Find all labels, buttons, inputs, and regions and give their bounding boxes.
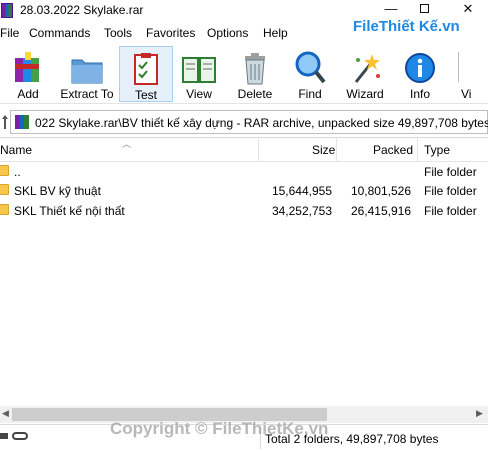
test-label: Test	[134, 88, 157, 102]
menu-tools[interactable]: Tools	[104, 26, 132, 40]
file-type: File folder	[424, 165, 477, 179]
column-divider[interactable]	[417, 138, 418, 162]
column-type[interactable]: Type	[424, 143, 450, 157]
menu-favorites[interactable]: Favorites	[146, 26, 195, 40]
file-type: File folder	[424, 184, 477, 198]
maximize-button[interactable]	[414, 1, 434, 17]
up-folder-icon[interactable]	[2, 115, 8, 129]
close-button[interactable]: ✕	[458, 1, 478, 17]
drive-icon	[0, 433, 8, 439]
menu-options[interactable]: Options	[207, 26, 248, 40]
info-button[interactable]: Info	[397, 46, 443, 102]
test-clipboard-icon	[134, 53, 158, 85]
find-button[interactable]: Find	[287, 46, 333, 102]
winrar-app-icon[interactable]	[1, 3, 13, 18]
column-packed[interactable]: Packed	[373, 143, 413, 157]
path-text: 022 Skylake.rar\BV thiết kế xây dựng - R…	[35, 116, 488, 130]
menu-bar: File Commands Tools Favorites Options He…	[0, 22, 488, 44]
file-name: SKL Thiết kế nội thất	[14, 204, 125, 218]
find-label: Find	[298, 87, 322, 101]
folder-icon	[0, 184, 9, 195]
file-packed: 26,415,916	[350, 204, 411, 218]
window-title: 28.03.2022 Skylake.rar	[20, 3, 144, 17]
file-size: 34,252,753	[271, 204, 332, 218]
folder-icon	[0, 165, 9, 176]
column-divider[interactable]	[336, 138, 337, 162]
column-name[interactable]: Name	[0, 143, 32, 157]
file-name: ..	[14, 165, 21, 179]
virus-scan-button[interactable]: Vi	[455, 46, 488, 102]
path-field[interactable]: 022 Skylake.rar\BV thiết kế xây dựng - R…	[10, 110, 488, 134]
table-row[interactable]: SKL Thiết kế nội thất 34,252,753 26,415,…	[0, 201, 488, 221]
column-size[interactable]: Size	[312, 143, 335, 157]
archive-icon	[15, 115, 29, 129]
menu-commands[interactable]: Commands	[29, 26, 90, 40]
view-button[interactable]: View	[176, 46, 222, 102]
view-label: View	[186, 87, 212, 101]
folder-icon	[0, 204, 9, 215]
file-size: 15,644,955	[271, 184, 332, 198]
file-name: SKL BV kỹ thuật	[14, 184, 101, 198]
delete-button[interactable]: Delete	[232, 46, 278, 102]
table-row[interactable]: SKL BV kỹ thuật 15,644,955 10,801,526 Fi…	[0, 181, 488, 201]
extract-folder-icon	[71, 59, 103, 84]
virus-scan-label: Vi	[461, 87, 472, 101]
wizard-label: Wizard	[346, 87, 384, 101]
table-row[interactable]: .. File folder	[0, 162, 488, 182]
maximize-icon	[419, 4, 429, 13]
view-book-icon	[182, 57, 216, 83]
key-icon[interactable]	[12, 432, 28, 440]
toolbar: Add Extract To Test View Delete Find Wiz…	[0, 44, 488, 104]
menu-help[interactable]: Help	[263, 26, 288, 40]
scroll-left-icon[interactable]: ◀	[2, 408, 9, 419]
delete-trash-icon	[245, 53, 265, 85]
sort-up-icon: ︿	[122, 139, 132, 149]
test-button[interactable]: Test	[119, 46, 173, 102]
file-type: File folder	[424, 204, 477, 218]
column-divider[interactable]	[258, 138, 259, 162]
menu-file[interactable]: File	[0, 26, 19, 40]
add-label: Add	[17, 87, 39, 101]
wizard-button[interactable]: Wizard	[342, 46, 388, 102]
find-magnifier-icon	[295, 51, 326, 84]
add-archive-icon	[15, 52, 39, 82]
wizard-wand-icon	[354, 54, 380, 83]
title-bar: 28.03.2022 Skylake.rar FileThiết Kế.vn —…	[0, 0, 488, 35]
address-bar: 022 Skylake.rar\BV thiết kế xây dựng - R…	[0, 106, 488, 138]
delete-label: Delete	[237, 87, 273, 101]
toolbar-separator	[458, 52, 459, 82]
minimize-button[interactable]: —	[381, 1, 401, 17]
info-label: Info	[409, 87, 430, 101]
extract-to-label: Extract To	[60, 87, 114, 101]
info-icon	[405, 53, 435, 83]
copyright-watermark: Copyright © FileThietKe.vn	[110, 419, 329, 438]
column-header: ︿ Name Size Packed Type	[0, 138, 488, 162]
scroll-right-icon[interactable]: ▶	[476, 408, 483, 419]
extract-to-button[interactable]: Extract To	[58, 46, 116, 102]
file-packed: 10,801,526	[350, 184, 411, 198]
add-button[interactable]: Add	[6, 46, 50, 102]
